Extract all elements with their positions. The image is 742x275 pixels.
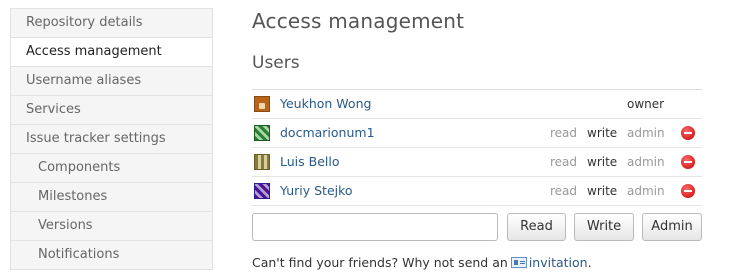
avatar <box>254 183 270 199</box>
invite-suffix: . <box>587 255 592 270</box>
add-admin-button[interactable]: Admin <box>642 213 702 241</box>
remove-user-icon[interactable] <box>681 184 695 198</box>
admin-permission-toggle[interactable]: admin <box>627 126 665 140</box>
add-user-input[interactable] <box>252 213 498 241</box>
add-read-button[interactable]: Read <box>507 213 566 241</box>
user-name-link[interactable]: Yeukhon Wong <box>280 96 371 111</box>
user-name-link[interactable]: docmarionum1 <box>280 125 375 140</box>
invitation-link[interactable]: invitation <box>529 255 588 270</box>
remove-user-icon[interactable] <box>681 155 695 169</box>
sidebar-item-notifications[interactable]: Notifications <box>11 240 212 269</box>
avatar <box>254 125 270 141</box>
read-permission-toggle[interactable]: read <box>550 126 577 140</box>
table-row: Luis Bello read write admin <box>252 148 702 177</box>
invite-prefix: Can't find your friends? Why not send an <box>252 255 508 270</box>
invite-hint: Can't find your friends? Why not send an… <box>252 255 592 270</box>
settings-sidebar: Repository details Access management Use… <box>10 8 213 270</box>
admin-permission-toggle[interactable]: admin <box>627 155 665 169</box>
sidebar-item-issue-tracker-settings[interactable]: Issue tracker settings <box>11 124 212 153</box>
owner-label: owner <box>627 97 665 111</box>
sidebar-item-repository-details[interactable]: Repository details <box>11 9 212 37</box>
page-title: Access management <box>252 9 465 33</box>
sidebar-item-services[interactable]: Services <box>11 95 212 124</box>
user-name-link[interactable]: Luis Bello <box>280 154 340 169</box>
table-row: Yeukhon Wong owner <box>252 90 702 119</box>
avatar <box>254 96 270 112</box>
add-write-button[interactable]: Write <box>574 213 634 241</box>
read-permission-toggle[interactable]: read <box>550 155 577 169</box>
invitation-card-icon <box>510 257 527 268</box>
table-row: Yuriy Stejko read write admin <box>252 177 702 206</box>
sidebar-item-milestones[interactable]: Milestones <box>11 182 212 211</box>
remove-user-icon[interactable] <box>681 126 695 140</box>
write-permission-toggle[interactable]: write <box>587 155 617 169</box>
sidebar-item-components[interactable]: Components <box>11 153 212 182</box>
avatar <box>254 154 270 170</box>
user-name-link[interactable]: Yuriy Stejko <box>280 183 353 198</box>
admin-permission-toggle[interactable]: admin <box>627 184 665 198</box>
sidebar-item-versions[interactable]: Versions <box>11 211 212 240</box>
sidebar-item-access-management[interactable]: Access management <box>11 37 212 66</box>
write-permission-toggle[interactable]: write <box>587 126 617 140</box>
sidebar-item-username-aliases[interactable]: Username aliases <box>11 66 212 95</box>
write-permission-toggle[interactable]: write <box>587 184 617 198</box>
read-permission-toggle[interactable]: read <box>550 184 577 198</box>
users-heading: Users <box>252 53 300 73</box>
users-table: Yeukhon Wong owner docmarionum1 read wri… <box>252 89 702 206</box>
table-row: docmarionum1 read write admin <box>252 119 702 148</box>
